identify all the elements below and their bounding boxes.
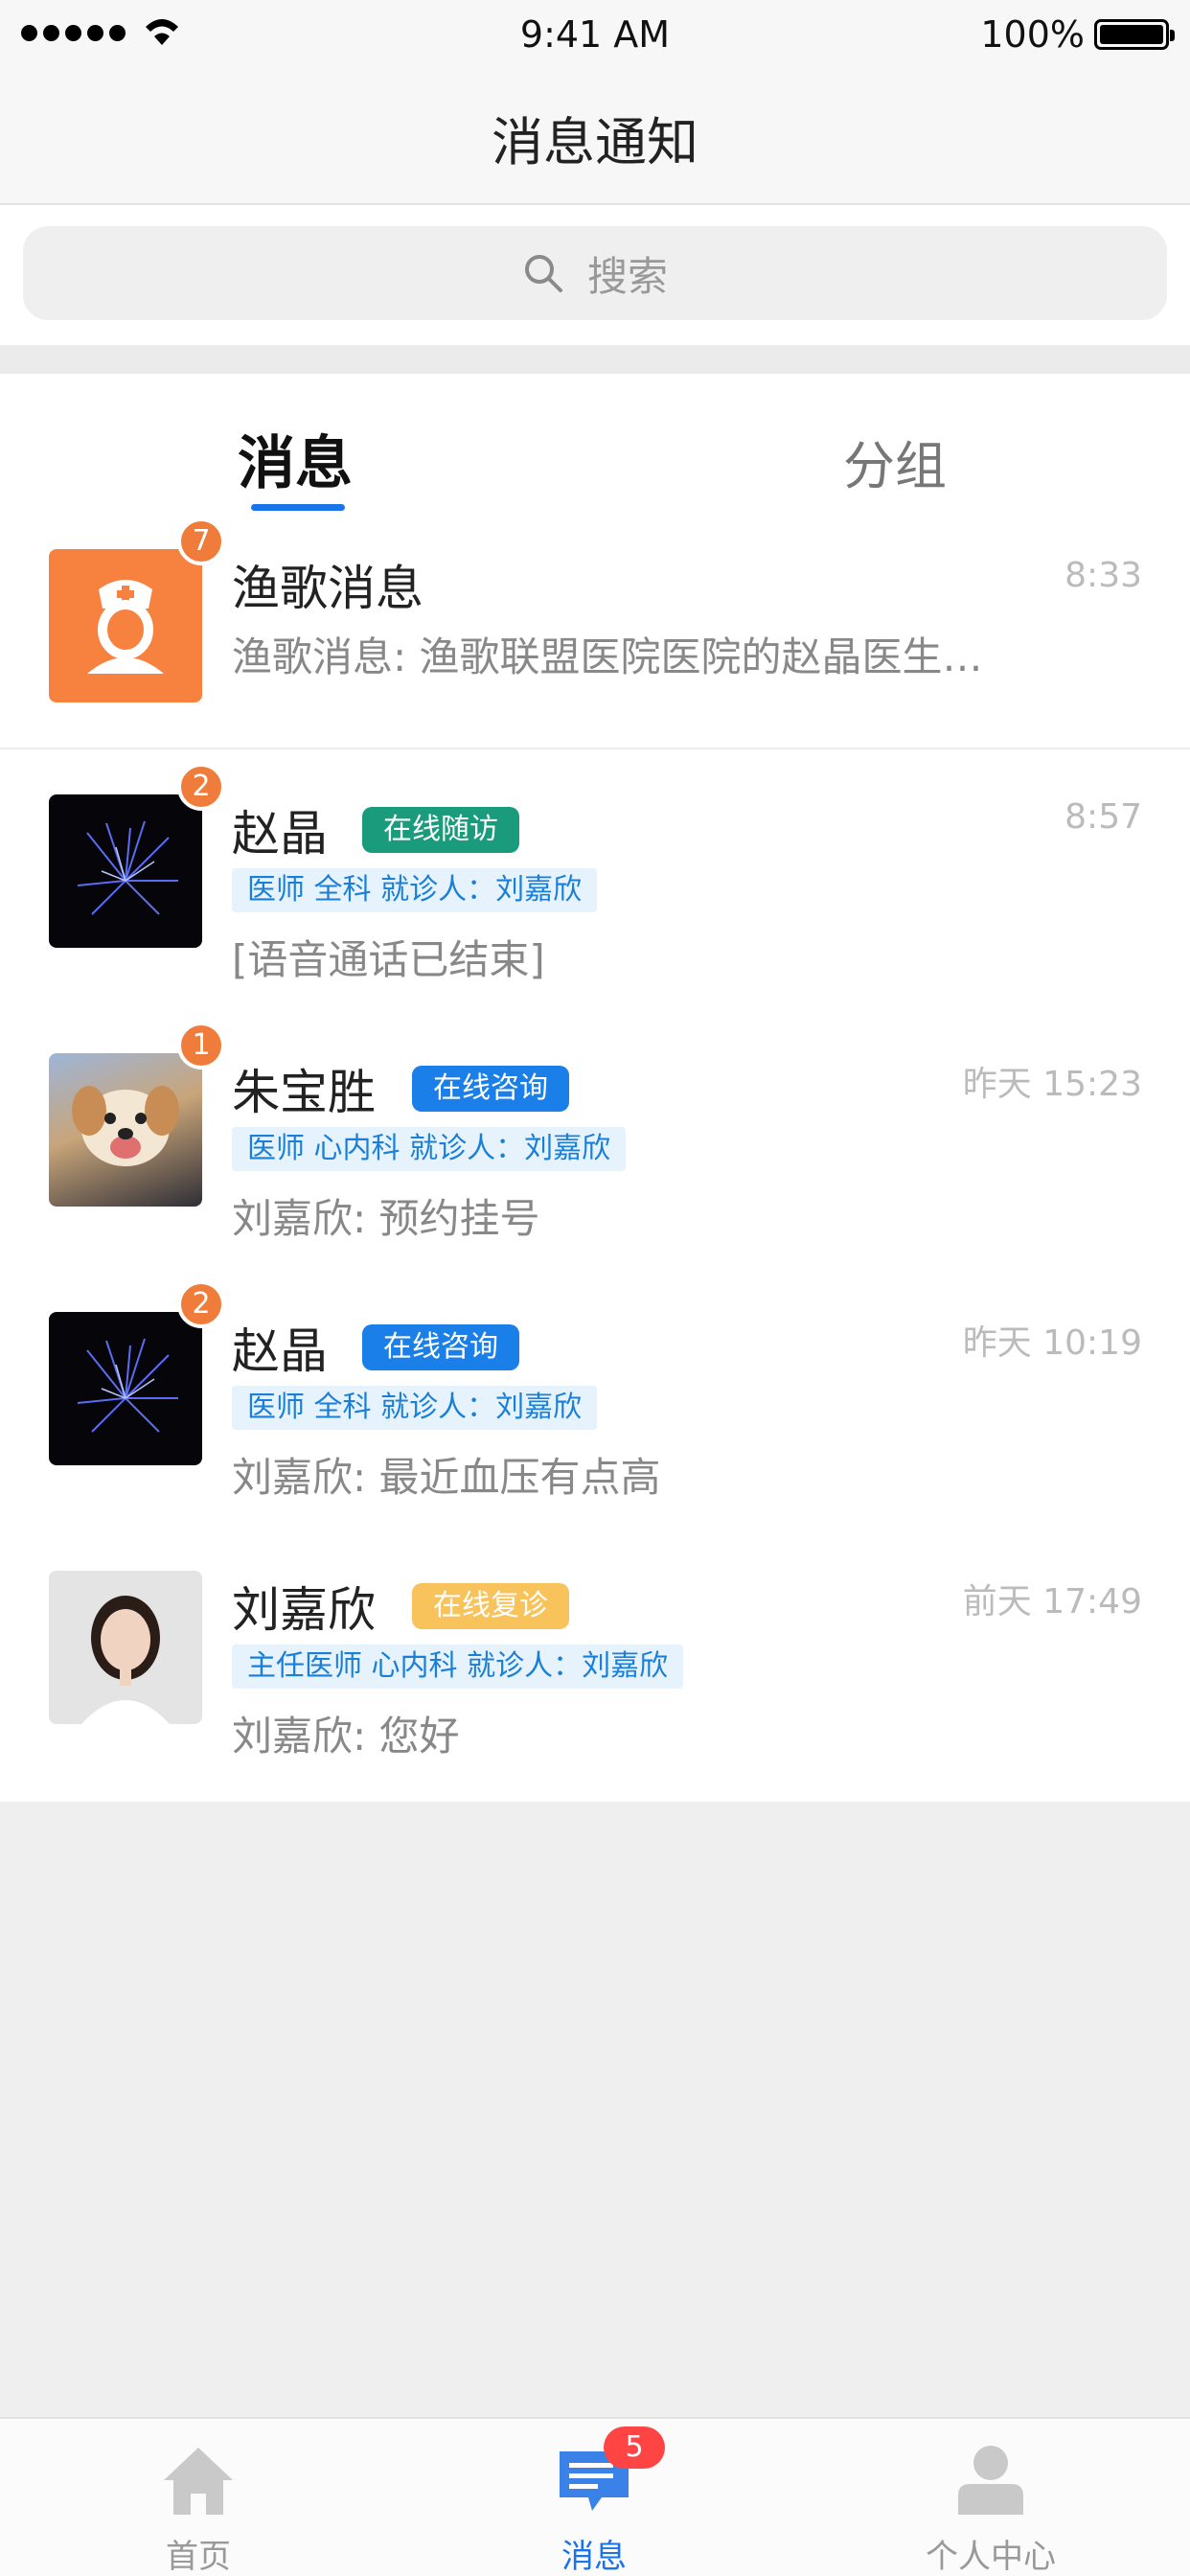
person-icon <box>958 2446 1023 2515</box>
tab-profile[interactable]: 个人中心 <box>847 2419 1134 2576</box>
page-title: 消息通知 <box>492 112 698 172</box>
tab-home-label: 首页 <box>166 2538 231 2576</box>
doctor-info: 医师 全科 就诊人：刘嘉欣 <box>232 1386 598 1430</box>
search-icon <box>524 255 562 292</box>
home-icon <box>164 2448 233 2515</box>
message-item-liujiaxin[interactable]: 刘嘉欣 在线复诊 前天 17:49 主任医师 心内科 就诊人：刘嘉欣 刘嘉欣: … <box>0 1524 1190 1802</box>
doctor-info: 主任医师 心内科 就诊人：刘嘉欣 <box>232 1644 684 1689</box>
tab-messages[interactable]: 消息 <box>238 417 353 500</box>
message-time: 8:33 <box>1064 556 1142 595</box>
unread-badge: 2 <box>177 763 225 811</box>
tab-messages-bottom[interactable]: 5 消息 <box>450 2419 738 2576</box>
tab-messages-label: 消息 <box>561 2538 627 2576</box>
doctor-info: 医师 全科 就诊人：刘嘉欣 <box>232 868 598 912</box>
sender-name: 朱宝胜 <box>232 1065 376 1120</box>
message-preview: 刘嘉欣: 您好 <box>232 1713 460 1760</box>
doctor-avatar <box>49 1571 202 1724</box>
message-panel: 消息 分组 7 渔歌消息 8:33 渔歌消息: 渔歌联盟医院医院的赵晶医生… 2… <box>0 374 1190 1802</box>
sender-name: 赵晶 <box>232 1323 328 1379</box>
unread-badge: 2 <box>177 1280 225 1328</box>
message-item-zhubaosheng[interactable]: 1 朱宝胜 在线咨询 昨天 15:23 医师 心内科 就诊人：刘嘉欣 刘嘉欣: … <box>0 1006 1190 1265</box>
message-time: 昨天 10:19 <box>962 1323 1142 1363</box>
search-input[interactable]: 搜索 <box>23 226 1167 320</box>
message-preview: 刘嘉欣: 最近血压有点高 <box>232 1454 661 1501</box>
message-item-yuge[interactable]: 7 渔歌消息 8:33 渔歌消息: 渔歌联盟医院医院的赵晶医生… <box>0 518 1190 748</box>
active-tab-indicator <box>251 504 345 511</box>
sender-name: 赵晶 <box>232 806 328 862</box>
message-item-zhaojing-2[interactable]: 2 赵晶 在线咨询 昨天 10:19 医师 全科 就诊人：刘嘉欣 刘嘉欣: 最近… <box>0 1265 1190 1524</box>
doctor-info: 医师 心内科 就诊人：刘嘉欣 <box>232 1127 627 1171</box>
status-bar: 9:41 AM 100% <box>0 0 1190 67</box>
message-preview: 刘嘉欣: 预约挂号 <box>232 1195 540 1242</box>
service-type-tag: 在线咨询 <box>362 1324 519 1370</box>
message-preview: 渔歌消息: 渔歌联盟医院医院的赵晶医生… <box>232 633 983 680</box>
search-section: 搜索 <box>0 205 1190 345</box>
message-time: 前天 17:49 <box>962 1582 1142 1622</box>
dog-avatar <box>49 1053 202 1207</box>
service-type-tag: 在线咨询 <box>412 1066 569 1112</box>
message-item-zhaojing-1[interactable]: 2 赵晶 在线随访 8:57 医师 全科 就诊人：刘嘉欣 [语音通话已结束] <box>0 748 1190 1006</box>
bottom-tab-bar: 首页 5 消息 个人中心 <box>0 2417 1190 2576</box>
message-tabs: 消息 分组 <box>0 374 1190 518</box>
nurse-avatar-icon <box>49 549 202 702</box>
message-time: 昨天 15:23 <box>962 1065 1142 1104</box>
service-type-tag: 在线随访 <box>362 807 519 853</box>
section-gap <box>0 345 1190 374</box>
fireworks-avatar <box>49 1312 202 1465</box>
unread-badge: 7 <box>177 518 225 565</box>
search-placeholder: 搜索 <box>586 252 668 300</box>
battery-percentage: 100% <box>980 13 1085 56</box>
tab-home[interactable]: 首页 <box>55 2419 342 2576</box>
message-count-badge: 5 <box>604 2426 665 2469</box>
message-preview: [语音通话已结束] <box>232 936 545 983</box>
sender-name: 刘嘉欣 <box>232 1582 376 1638</box>
service-type-tag: 在线复诊 <box>412 1583 569 1629</box>
battery-icon <box>1094 19 1175 50</box>
fireworks-avatar <box>49 794 202 948</box>
sender-name: 渔歌消息 <box>232 561 423 616</box>
top-bar: 9:41 AM 100% 消息通知 <box>0 0 1190 205</box>
message-time: 8:57 <box>1064 797 1142 837</box>
unread-badge: 1 <box>177 1022 225 1070</box>
tab-groups[interactable]: 分组 <box>843 424 947 499</box>
tab-profile-label: 个人中心 <box>926 2538 1056 2576</box>
